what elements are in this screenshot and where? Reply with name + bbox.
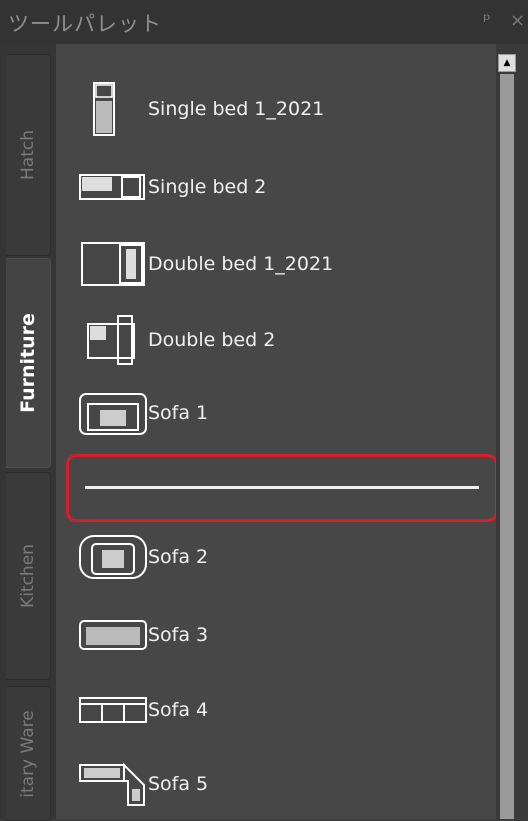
scroll-thumb[interactable] (500, 74, 514, 819)
double-bed-2-icon (78, 310, 148, 370)
tool-label: Sofa 2 (148, 546, 209, 568)
tool-sofa-2[interactable]: Sofa 2 (78, 527, 478, 587)
pin-icon[interactable]: ᵖ (483, 10, 491, 31)
vertical-scrollbar[interactable]: ▲ (496, 44, 528, 819)
tab-sanitary-ware[interactable]: itary Ware (6, 686, 51, 821)
tool-label: Sofa 3 (148, 624, 209, 646)
sofa-4-icon (78, 680, 148, 740)
close-icon[interactable]: × (510, 10, 525, 31)
single-bed-1-icon (78, 79, 148, 139)
sofa-2-icon (78, 527, 148, 587)
tab-label: Hatch (18, 130, 38, 180)
tab-label: Furniture (17, 313, 39, 413)
separator-line (85, 486, 479, 489)
palette-titlebar[interactable]: ツールパレット ᵖ × (0, 0, 528, 45)
tool-label: Sofa 1 (148, 402, 209, 424)
sofa-1-icon (78, 383, 148, 443)
tool-double-bed-2[interactable]: Double bed 2 (78, 310, 478, 370)
palette-title: ツールパレット (8, 12, 162, 36)
tool-single-bed-1[interactable]: Single bed 1_2021 (78, 79, 478, 139)
tool-single-bed-2[interactable]: Single bed 2 (78, 157, 478, 217)
tab-hatch[interactable]: Hatch (6, 54, 51, 256)
tool-label: Double bed 1_2021 (148, 253, 334, 275)
sofa-5-icon (78, 754, 148, 814)
tool-sofa-1[interactable]: Sofa 1 (78, 383, 478, 443)
tool-double-bed-1[interactable]: Double bed 1_2021 (78, 234, 478, 294)
tool-label: Sofa 4 (148, 699, 209, 721)
tool-label: Sofa 5 (148, 773, 209, 795)
tool-sofa-5[interactable]: Sofa 5 (78, 754, 478, 814)
scroll-up-arrow-icon[interactable]: ▲ (498, 54, 516, 72)
tab-label: itary Ware (18, 709, 38, 798)
single-bed-2-icon (78, 157, 148, 217)
double-bed-1-icon (78, 234, 148, 294)
tool-label: Single bed 1_2021 (148, 98, 325, 120)
tab-furniture[interactable]: Furniture (6, 258, 51, 468)
palette-tabs: Hatch Furniture Kitchen itary Ware (0, 44, 56, 821)
tool-sofa-3[interactable]: Sofa 3 (78, 605, 478, 665)
tool-palette: ツールパレット ᵖ × Hatch Furniture Kitchen itar… (0, 0, 528, 821)
sofa-3-icon (78, 605, 148, 665)
separator-item[interactable] (66, 454, 498, 522)
tool-label: Double bed 2 (148, 329, 276, 351)
tool-sofa-4[interactable]: Sofa 4 (78, 680, 478, 740)
tab-kitchen[interactable]: Kitchen (6, 472, 51, 680)
tool-label: Single bed 2 (148, 176, 267, 198)
tab-label: Kitchen (18, 544, 38, 608)
tool-list: Single bed 1_2021 Single bed 2 Double be… (56, 44, 498, 819)
